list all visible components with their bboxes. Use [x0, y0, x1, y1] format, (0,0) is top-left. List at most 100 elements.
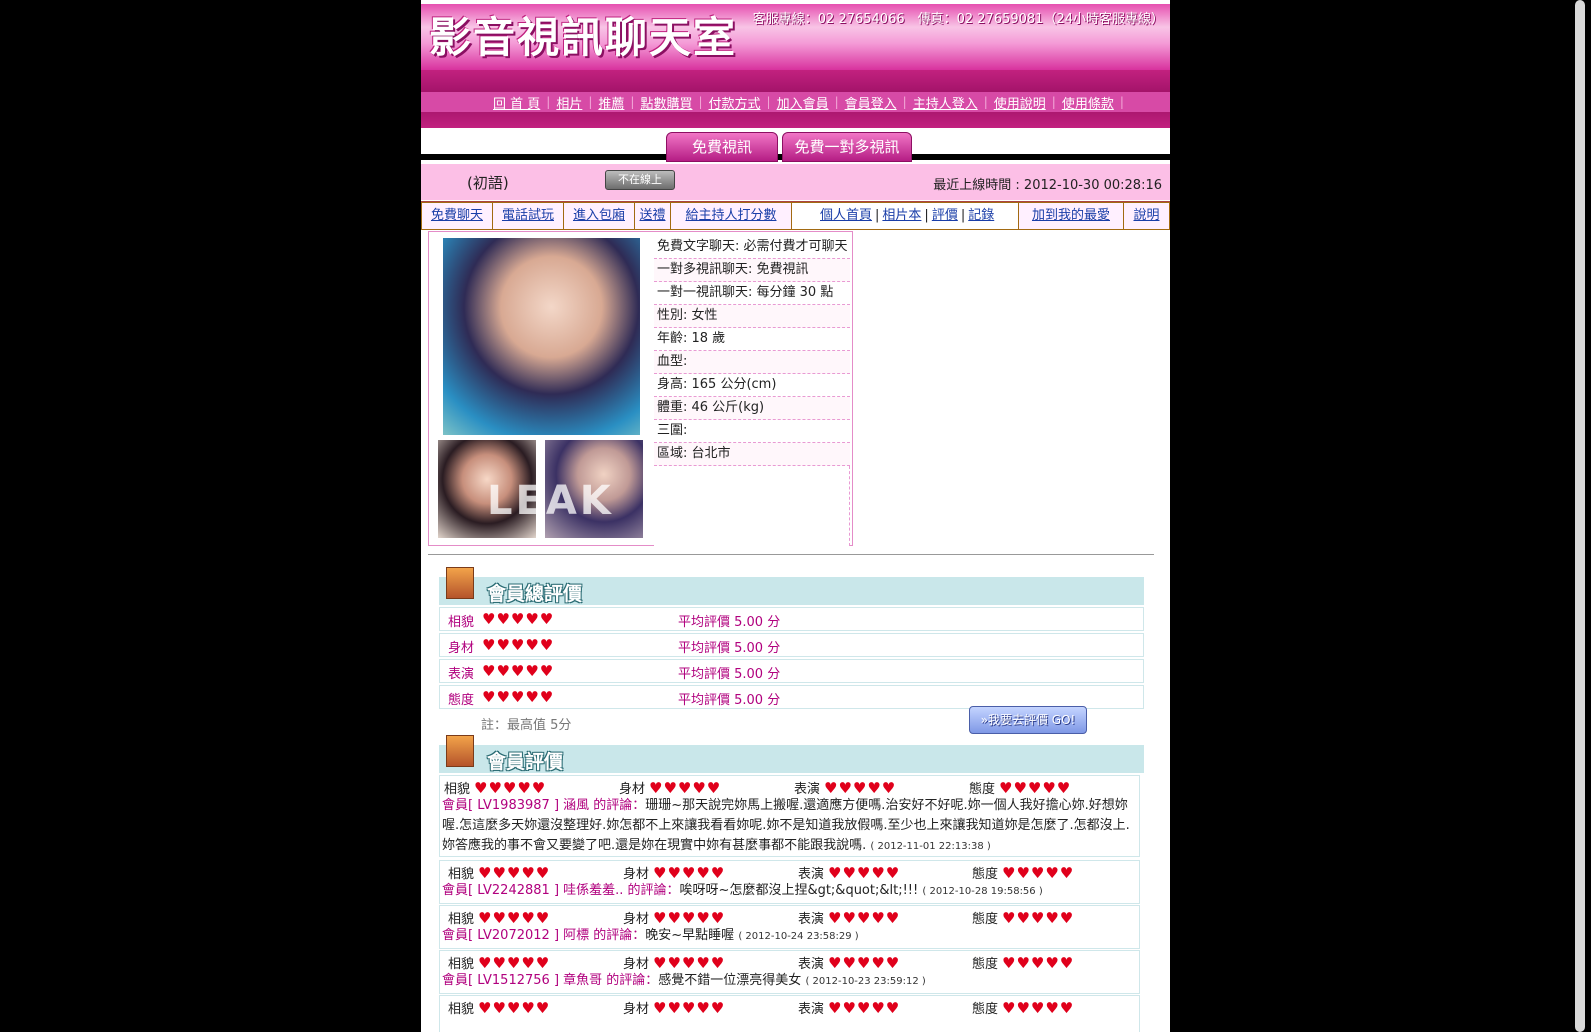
menu-records[interactable]: 記錄	[968, 208, 994, 223]
review-score: 相貌 ♥♥♥♥♥	[448, 999, 551, 1017]
divider	[428, 554, 1154, 555]
reviews-title: 會員評價	[487, 751, 564, 773]
review-author[interactable]: 會員[ LV2242881 ] 哇係羞羞.. 的評論：	[442, 883, 680, 898]
review-text: 感覺不錯一位漂亮得美女	[658, 973, 802, 988]
info-free-text-chat: 免費文字聊天: 必需付費才可聊天	[654, 236, 850, 259]
last-online-time: 最近上線時間 : 2012-10-30 00:28:16	[933, 178, 1162, 193]
info-group-video: 一對多視訊聊天: 免費視訊	[654, 259, 850, 282]
reviews-header: 會員評價	[439, 735, 1144, 773]
scrollbar-thumb[interactable]	[1575, 0, 1585, 1032]
menu-reviews[interactable]: 評價	[932, 208, 958, 223]
info-weight: 體重: 46 公斤(kg)	[654, 397, 850, 420]
offline-badge: 不在線上	[605, 170, 675, 190]
rating-summary-title: 會員總評價	[487, 583, 583, 605]
rating-average: 平均評價 5.00 分	[678, 615, 781, 630]
nav-join[interactable]: 加入會員	[771, 93, 835, 112]
host-nickname: (初語)	[467, 174, 509, 192]
profile-info-list: 免費文字聊天: 必需付費才可聊天 一對多視訊聊天: 免費視訊 一對一視訊聊天: …	[654, 236, 850, 546]
nav-terms[interactable]: 使用條款	[1056, 93, 1120, 112]
menu-personal-home[interactable]: 個人首頁	[820, 208, 872, 223]
go-rate-button[interactable]: »我要去評價 GO!	[969, 706, 1087, 734]
menu-enter-room[interactable]: 進入包廂	[573, 208, 625, 223]
review-date: ( 2012-11-01 22:13:38 )	[870, 841, 991, 852]
rating-row: 表演 ♥♥♥♥♥ 平均評價 5.00 分	[439, 659, 1144, 683]
info-blood-type: 血型:	[654, 351, 850, 374]
tab-free-video[interactable]: 免費視訊	[666, 132, 778, 162]
review-date: ( 2012-10-23 23:59:12 )	[805, 976, 926, 987]
review-date: ( 2012-10-28 19:58:56 )	[922, 886, 1043, 897]
review-score: 態度 ♥♥♥♥♥	[972, 864, 1075, 882]
photo-watermark: LEAK	[487, 478, 614, 524]
review-author[interactable]: 會員[ LV2072012 ] 阿標 的評論：	[442, 928, 645, 943]
scrollbar[interactable]	[1569, 0, 1591, 1032]
nav-home[interactable]: 回 首 頁	[487, 93, 546, 112]
menu-help[interactable]: 說明	[1133, 208, 1159, 223]
book-icon	[446, 735, 474, 767]
menu-room-cell: 進入包廂	[563, 202, 635, 230]
host-menu: 免費聊天 電話試玩 進入包廂 送禮 給主持人打分數 個人首頁 | 相片本 | 評價 | 記錄…	[421, 201, 1170, 230]
nav-member-login[interactable]: 會員登入	[839, 93, 903, 112]
menu-free-chat-cell: 免費聊天	[421, 202, 493, 230]
site-header: 影音視訊聊天室 客服專線：02 27654066 傳真：02 27659081（…	[421, 4, 1170, 70]
menu-add-favorite[interactable]: 加到我的最愛	[1032, 208, 1110, 223]
review-score: 表演 ♥♥♥♥♥	[794, 779, 897, 797]
nav-help[interactable]: 使用說明	[988, 93, 1052, 112]
info-age: 年齡: 18 歲	[654, 328, 850, 351]
tab-free-group-video[interactable]: 免費一對多視訊	[782, 132, 912, 162]
rating-note: 註：最高值 5分	[481, 718, 572, 733]
review-date: ( 2012-10-24 23:58:29 )	[738, 931, 859, 942]
page: 影音視訊聊天室 客服專線：02 27654066 傳真：02 27659081（…	[421, 0, 1170, 1032]
review-item: 相貌 ♥♥♥♥♥ 身材 ♥♥♥♥♥ 表演 ♥♥♥♥♥ 態度 ♥♥♥♥♥ 會員[ LV20…	[439, 905, 1140, 949]
main-photo[interactable]	[443, 238, 640, 435]
status-bar: (初語) 不在線上 最近上線時間 : 2012-10-30 00:28:16	[421, 164, 1170, 200]
review-item: 相貌 ♥♥♥♥♥ 身材 ♥♥♥♥♥ 表演 ♥♥♥♥♥ 態度 ♥♥♥♥♥ 會員[ LV15…	[439, 950, 1140, 994]
review-score: 相貌 ♥♥♥♥♥	[444, 779, 547, 797]
review-score: 身材 ♥♥♥♥♥	[619, 779, 722, 797]
rating-label: 相貌	[448, 615, 475, 630]
nav-host-login[interactable]: 主持人登入	[907, 93, 984, 112]
review-score: 相貌 ♥♥♥♥♥	[448, 864, 551, 882]
nav-recommend[interactable]: 推薦	[592, 93, 630, 112]
menu-album[interactable]: 相片本	[882, 208, 921, 223]
site-logo[interactable]: 影音視訊聊天室	[429, 10, 737, 66]
nav-photos[interactable]: 相片	[550, 93, 588, 112]
review-score: 表演 ♥♥♥♥♥	[798, 954, 901, 972]
review-score: 相貌 ♥♥♥♥♥	[448, 954, 551, 972]
review-score: 身材 ♥♥♥♥♥	[623, 954, 726, 972]
menu-help-cell: 說明	[1123, 202, 1170, 230]
menu-free-chat[interactable]: 免費聊天	[431, 208, 483, 223]
review-score: 態度 ♥♥♥♥♥	[972, 999, 1075, 1017]
review-score: 態度 ♥♥♥♥♥	[972, 909, 1075, 927]
contact-info: 客服專線：02 27654066 傳真：02 27659081（24小時客服專線…	[752, 12, 1164, 27]
main-nav: 回 首 頁 | 相片 | 推薦 | 點數購買 | 付款方式 | 加入會員 | 會員登入 | 主…	[421, 70, 1170, 128]
info-height: 身高: 165 公分(cm)	[654, 374, 850, 397]
review-score: 表演 ♥♥♥♥♥	[798, 909, 901, 927]
menu-send-gift[interactable]: 送禮	[639, 208, 665, 223]
review-text: 唉呀呀~怎麼都沒上捏&gt;&quot;&lt;!!!	[679, 883, 919, 898]
menu-phone-trial[interactable]: 電話試玩	[502, 208, 554, 223]
review-author[interactable]: 會員[ LV1512756 ] 章魚哥 的評論：	[442, 973, 658, 988]
rating-label: 表演	[448, 667, 475, 682]
review-author[interactable]: 會員[ LV1983987 ] 涵風 的評論：	[442, 798, 645, 813]
nav-buy-points[interactable]: 點數購買	[634, 93, 698, 112]
review-score: 表演 ♥♥♥♥♥	[798, 864, 901, 882]
rating-average: 平均評價 5.00 分	[678, 641, 781, 656]
info-measurements: 三圍:	[654, 420, 850, 443]
info-region: 區域: 台北市	[654, 443, 850, 466]
menu-rate-cell: 給主持人打分數	[670, 202, 792, 230]
rating-row: 身材 ♥♥♥♥♥ 平均評價 5.00 分	[439, 633, 1144, 657]
menu-profile-links: 個人首頁 | 相片本 | 評價 | 記錄	[791, 202, 1019, 230]
review-score: 表演 ♥♥♥♥♥	[798, 999, 901, 1017]
review-item: 相貌 ♥♥♥♥♥ 身材 ♥♥♥♥♥ 表演 ♥♥♥♥♥ 態度 ♥♥♥♥♥ 會員[ LV22…	[439, 860, 1140, 904]
review-item: 相貌 ♥♥♥♥♥ 身材 ♥♥♥♥♥ 表演 ♥♥♥♥♥ 態度 ♥♥♥♥♥	[439, 995, 1140, 1032]
menu-rate-host[interactable]: 給主持人打分數	[685, 208, 776, 223]
heart-rating: ♥♥♥♥♥	[482, 636, 555, 654]
info-gender: 性別: 女性	[654, 305, 850, 328]
menu-favorite-cell: 加到我的最愛	[1018, 202, 1124, 230]
profile-card: LEAK 免費文字聊天: 必需付費才可聊天 一對多視訊聊天: 免費視訊 一對一視…	[428, 231, 853, 546]
rating-average: 平均評價 5.00 分	[678, 667, 781, 682]
review-text: 晚安~早點睡喔	[645, 928, 735, 943]
nav-payment[interactable]: 付款方式	[703, 93, 767, 112]
rating-average: 平均評價 5.00 分	[678, 693, 781, 708]
info-private-video: 一對一視訊聊天: 每分鐘 30 點	[654, 282, 850, 305]
